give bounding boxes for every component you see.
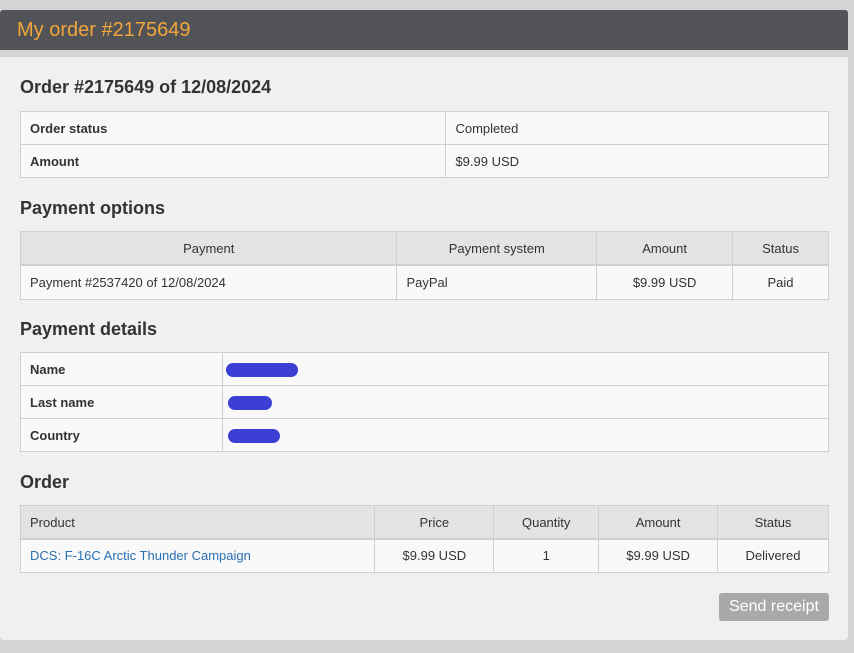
column-header-status: Status [717, 505, 829, 540]
column-header-product: Product [19, 505, 376, 540]
name-label: Name [20, 352, 223, 386]
payment-options-heading: Payment options [20, 198, 166, 218]
table-row: Amount $9.99 USD [19, 144, 829, 178]
column-header-payment: Payment [19, 231, 398, 266]
column-header-price: Price [374, 505, 495, 540]
product-link[interactable]: DCS: F-16C Arctic Thunder Campaign [30, 548, 251, 563]
table-row: Name [20, 352, 830, 386]
table-row: Last name [20, 385, 830, 419]
payment-system-cell: PayPal [396, 264, 598, 300]
amount-value: $9.99 USD [445, 144, 829, 178]
table-row: DCS: F-16C Arctic Thunder Campaign $9.99… [19, 538, 829, 573]
payment-options-table: Payment Payment system Amount Status Pay… [19, 231, 829, 300]
page-header: My order #2175649 [0, 10, 848, 50]
order-page: My order #2175649 Order #2175649 of 12/0… [0, 0, 854, 653]
payment-amount-cell: $9.99 USD [596, 264, 734, 300]
order-items-heading: Order [20, 472, 70, 492]
order-items-table: Product Price Quantity Amount Status DCS… [19, 505, 829, 573]
column-header-amount: Amount [596, 231, 734, 266]
delivery-status-cell: Delivered [717, 538, 829, 573]
last-name-label: Last name [20, 385, 223, 419]
product-cell: DCS: F-16C Arctic Thunder Campaign [19, 538, 376, 573]
amount-label: Amount [19, 144, 447, 178]
quantity-cell: 1 [493, 538, 600, 573]
payment-id-cell: Payment #2537420 of 12/08/2024 [19, 264, 398, 300]
last-name-value [221, 385, 830, 419]
column-header-status: Status [732, 231, 829, 266]
redaction-mark [227, 395, 272, 410]
order-summary-heading: Order #2175649 of 12/08/2024 [20, 77, 272, 97]
column-header-payment-system: Payment system [396, 231, 598, 266]
price-cell: $9.99 USD [374, 538, 495, 573]
table-row: Payment #2537420 of 12/08/2024 PayPal $9… [19, 264, 829, 300]
order-summary-table: Order status Completed Amount $9.99 USD [19, 111, 829, 178]
payment-details-table: Name Last name Country [20, 352, 830, 452]
table-row: Order status Completed [19, 111, 829, 145]
payment-details-heading: Payment details [20, 319, 158, 339]
table-row: Country [20, 418, 830, 452]
country-label: Country [20, 418, 223, 452]
order-status-label: Order status [19, 111, 447, 145]
order-panel: Order #2175649 of 12/08/2024 Order statu… [0, 57, 848, 640]
country-value [221, 418, 830, 452]
column-header-amount: Amount [598, 505, 719, 540]
table-header-row: Payment Payment system Amount Status [19, 231, 829, 266]
redaction-mark [227, 428, 280, 443]
column-header-quantity: Quantity [493, 505, 600, 540]
name-value [221, 352, 830, 386]
item-amount-cell: $9.99 USD [598, 538, 719, 573]
send-receipt-button[interactable]: Send receipt [719, 593, 829, 621]
order-status-value: Completed [445, 111, 829, 145]
page-title: My order #2175649 [17, 19, 191, 41]
redaction-mark [225, 362, 298, 377]
table-header-row: Product Price Quantity Amount Status [19, 505, 829, 540]
payment-status-cell: Paid [732, 264, 829, 300]
